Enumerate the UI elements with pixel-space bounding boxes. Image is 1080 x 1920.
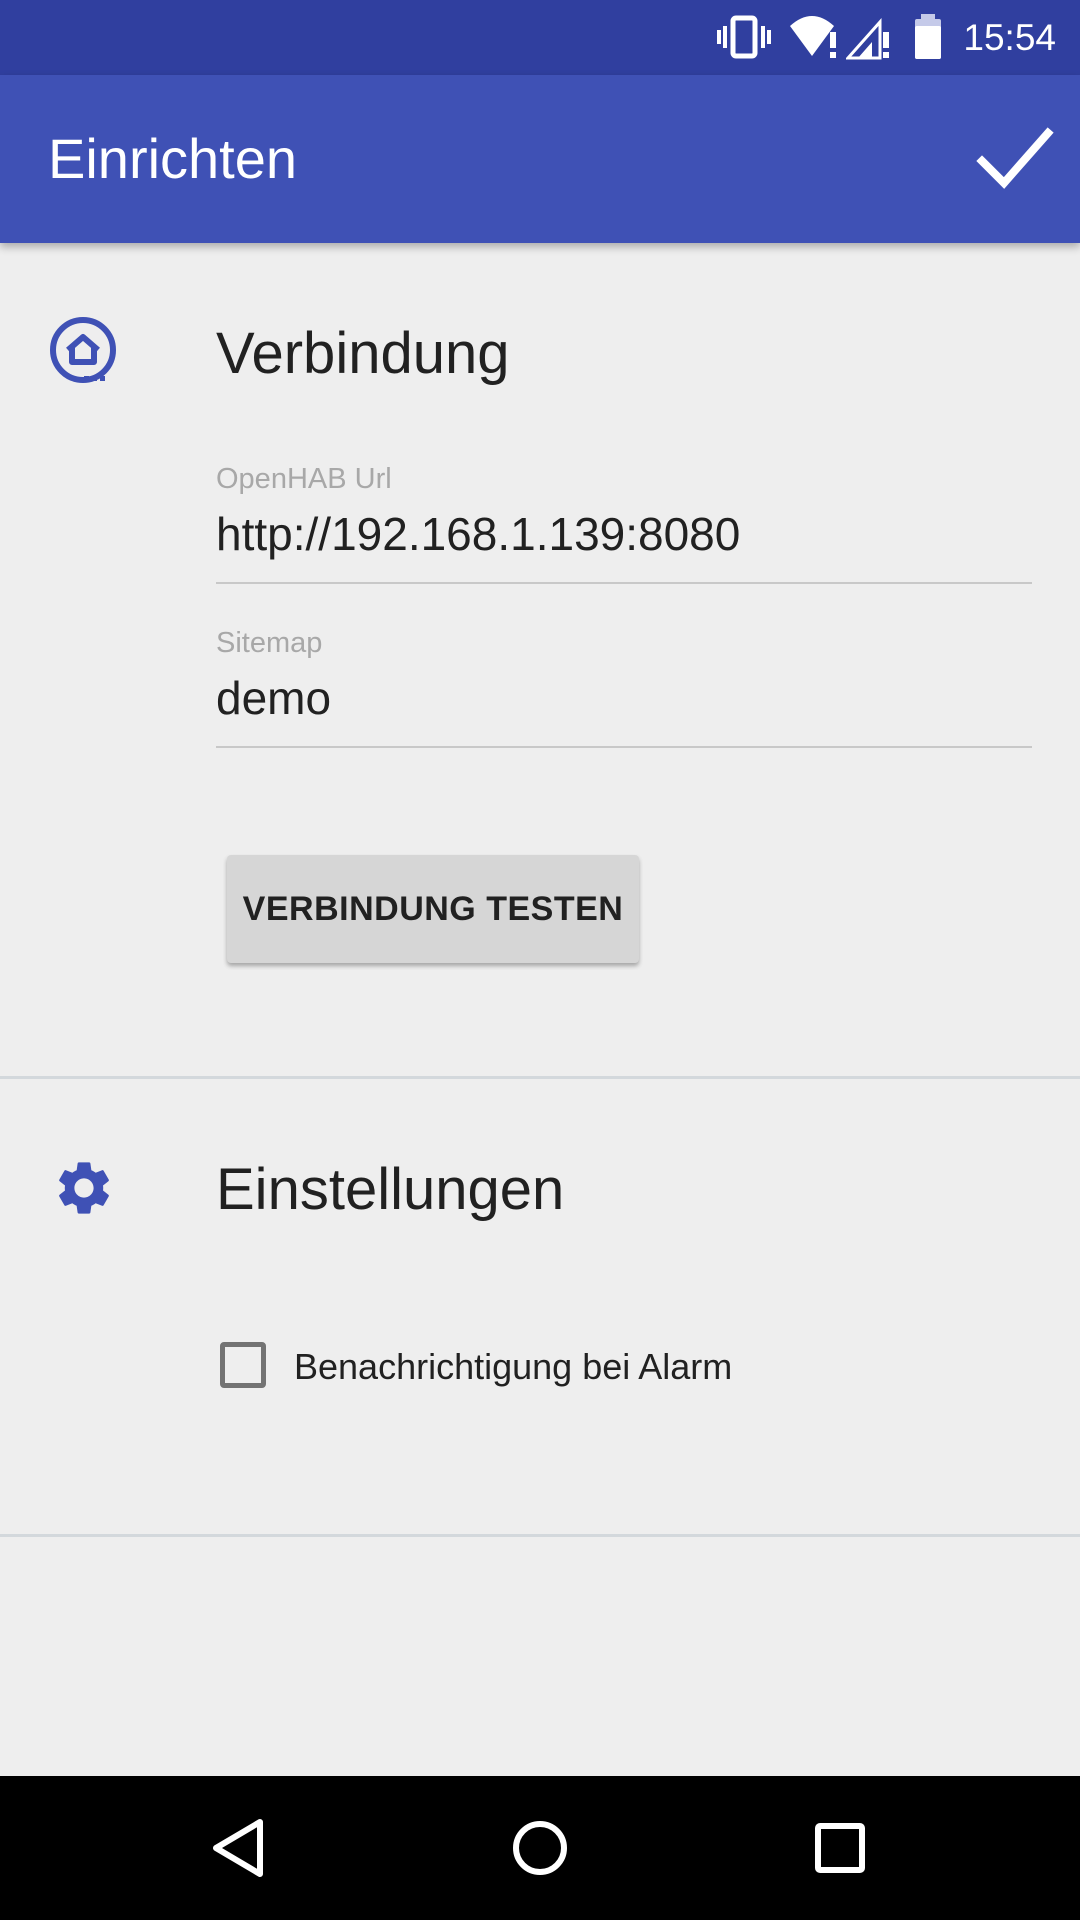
section-divider bbox=[0, 1076, 1080, 1079]
openhab-url-input[interactable] bbox=[216, 506, 1032, 562]
home-button[interactable] bbox=[500, 1808, 580, 1888]
recents-icon bbox=[815, 1823, 865, 1873]
home-icon bbox=[513, 1821, 567, 1875]
wifi-alert-icon bbox=[790, 16, 836, 58]
connection-section-title: Verbindung bbox=[216, 321, 510, 386]
sitemap-input[interactable] bbox=[216, 670, 1032, 726]
settings-section-title: Einstellungen bbox=[216, 1157, 565, 1222]
page-title: Einrichten bbox=[48, 127, 298, 190]
app-bar: Einrichten bbox=[0, 75, 1080, 243]
cellular-alert-icon bbox=[846, 18, 889, 60]
sitemap-underline bbox=[216, 746, 1032, 748]
status-bar: 15:54 bbox=[0, 0, 1080, 75]
alarm-notification-row[interactable]: Benachrichtigung bei Alarm bbox=[216, 1338, 916, 1398]
sitemap-field: Sitemap bbox=[216, 626, 1032, 766]
check-icon bbox=[976, 127, 1054, 189]
openhab-url-field: OpenHAB Url bbox=[216, 462, 1032, 602]
recents-button[interactable] bbox=[800, 1808, 880, 1888]
openhab-url-label: OpenHAB Url bbox=[216, 463, 392, 495]
back-icon bbox=[213, 1819, 263, 1877]
openhab-url-underline bbox=[216, 582, 1032, 584]
openhab-logo-icon bbox=[50, 317, 116, 383]
back-button[interactable] bbox=[200, 1808, 280, 1888]
section-divider bbox=[0, 1534, 1080, 1537]
alarm-notification-label: Benachrichtigung bei Alarm bbox=[294, 1346, 733, 1387]
alarm-notification-checkbox[interactable] bbox=[220, 1342, 266, 1388]
confirm-button[interactable] bbox=[972, 117, 1056, 201]
vibrate-icon bbox=[717, 15, 771, 59]
sitemap-label: Sitemap bbox=[216, 627, 323, 659]
test-connection-button[interactable]: VERBINDUNG TESTEN bbox=[227, 855, 639, 963]
battery-icon bbox=[915, 14, 941, 59]
gear-icon bbox=[59, 1162, 109, 1214]
status-time: 15:54 bbox=[963, 17, 1056, 58]
nav-bar bbox=[0, 1776, 1080, 1920]
